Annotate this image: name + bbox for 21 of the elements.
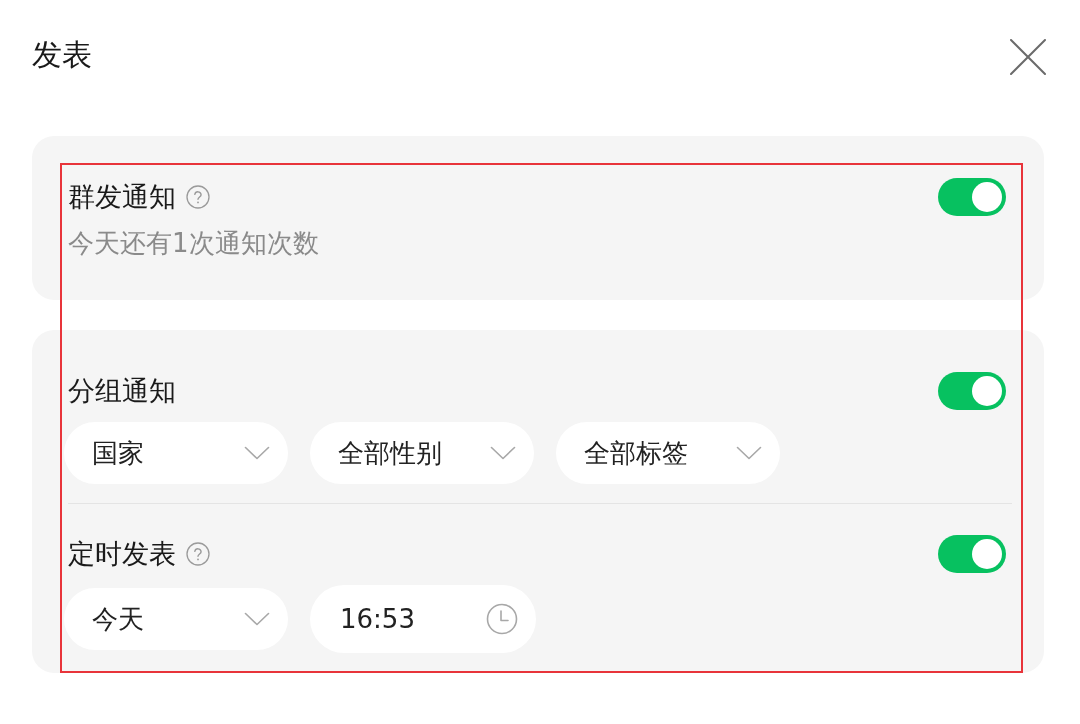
setting-note: 今天还有1次通知次数 [67,227,319,260]
setting-label: 定时发表 [68,537,176,571]
clock-icon [486,603,518,635]
chevron-down-icon [736,446,762,460]
dropdown[interactable]: 国家 [64,422,288,484]
toggle-switch[interactable] [938,178,1006,216]
dialog-title: 发表 [32,36,92,74]
help-icon[interactable] [186,542,210,566]
dropdown[interactable]: 全部性别 [310,422,534,484]
chevron-down-icon [244,612,270,626]
chevron-down-icon [490,446,516,460]
setting-label: 群发通知 [68,180,176,214]
dropdown[interactable]: 全部标签 [556,422,780,484]
close-icon[interactable] [1010,39,1046,75]
chevron-down-icon [244,446,270,460]
dropdown[interactable]: 今天 [64,588,288,650]
help-icon[interactable] [186,185,210,209]
setting-label: 分组通知 [68,374,176,408]
time-field[interactable]: 16:53 [310,585,536,653]
toggle-switch[interactable] [938,535,1006,573]
toggle-switch[interactable] [938,372,1006,410]
